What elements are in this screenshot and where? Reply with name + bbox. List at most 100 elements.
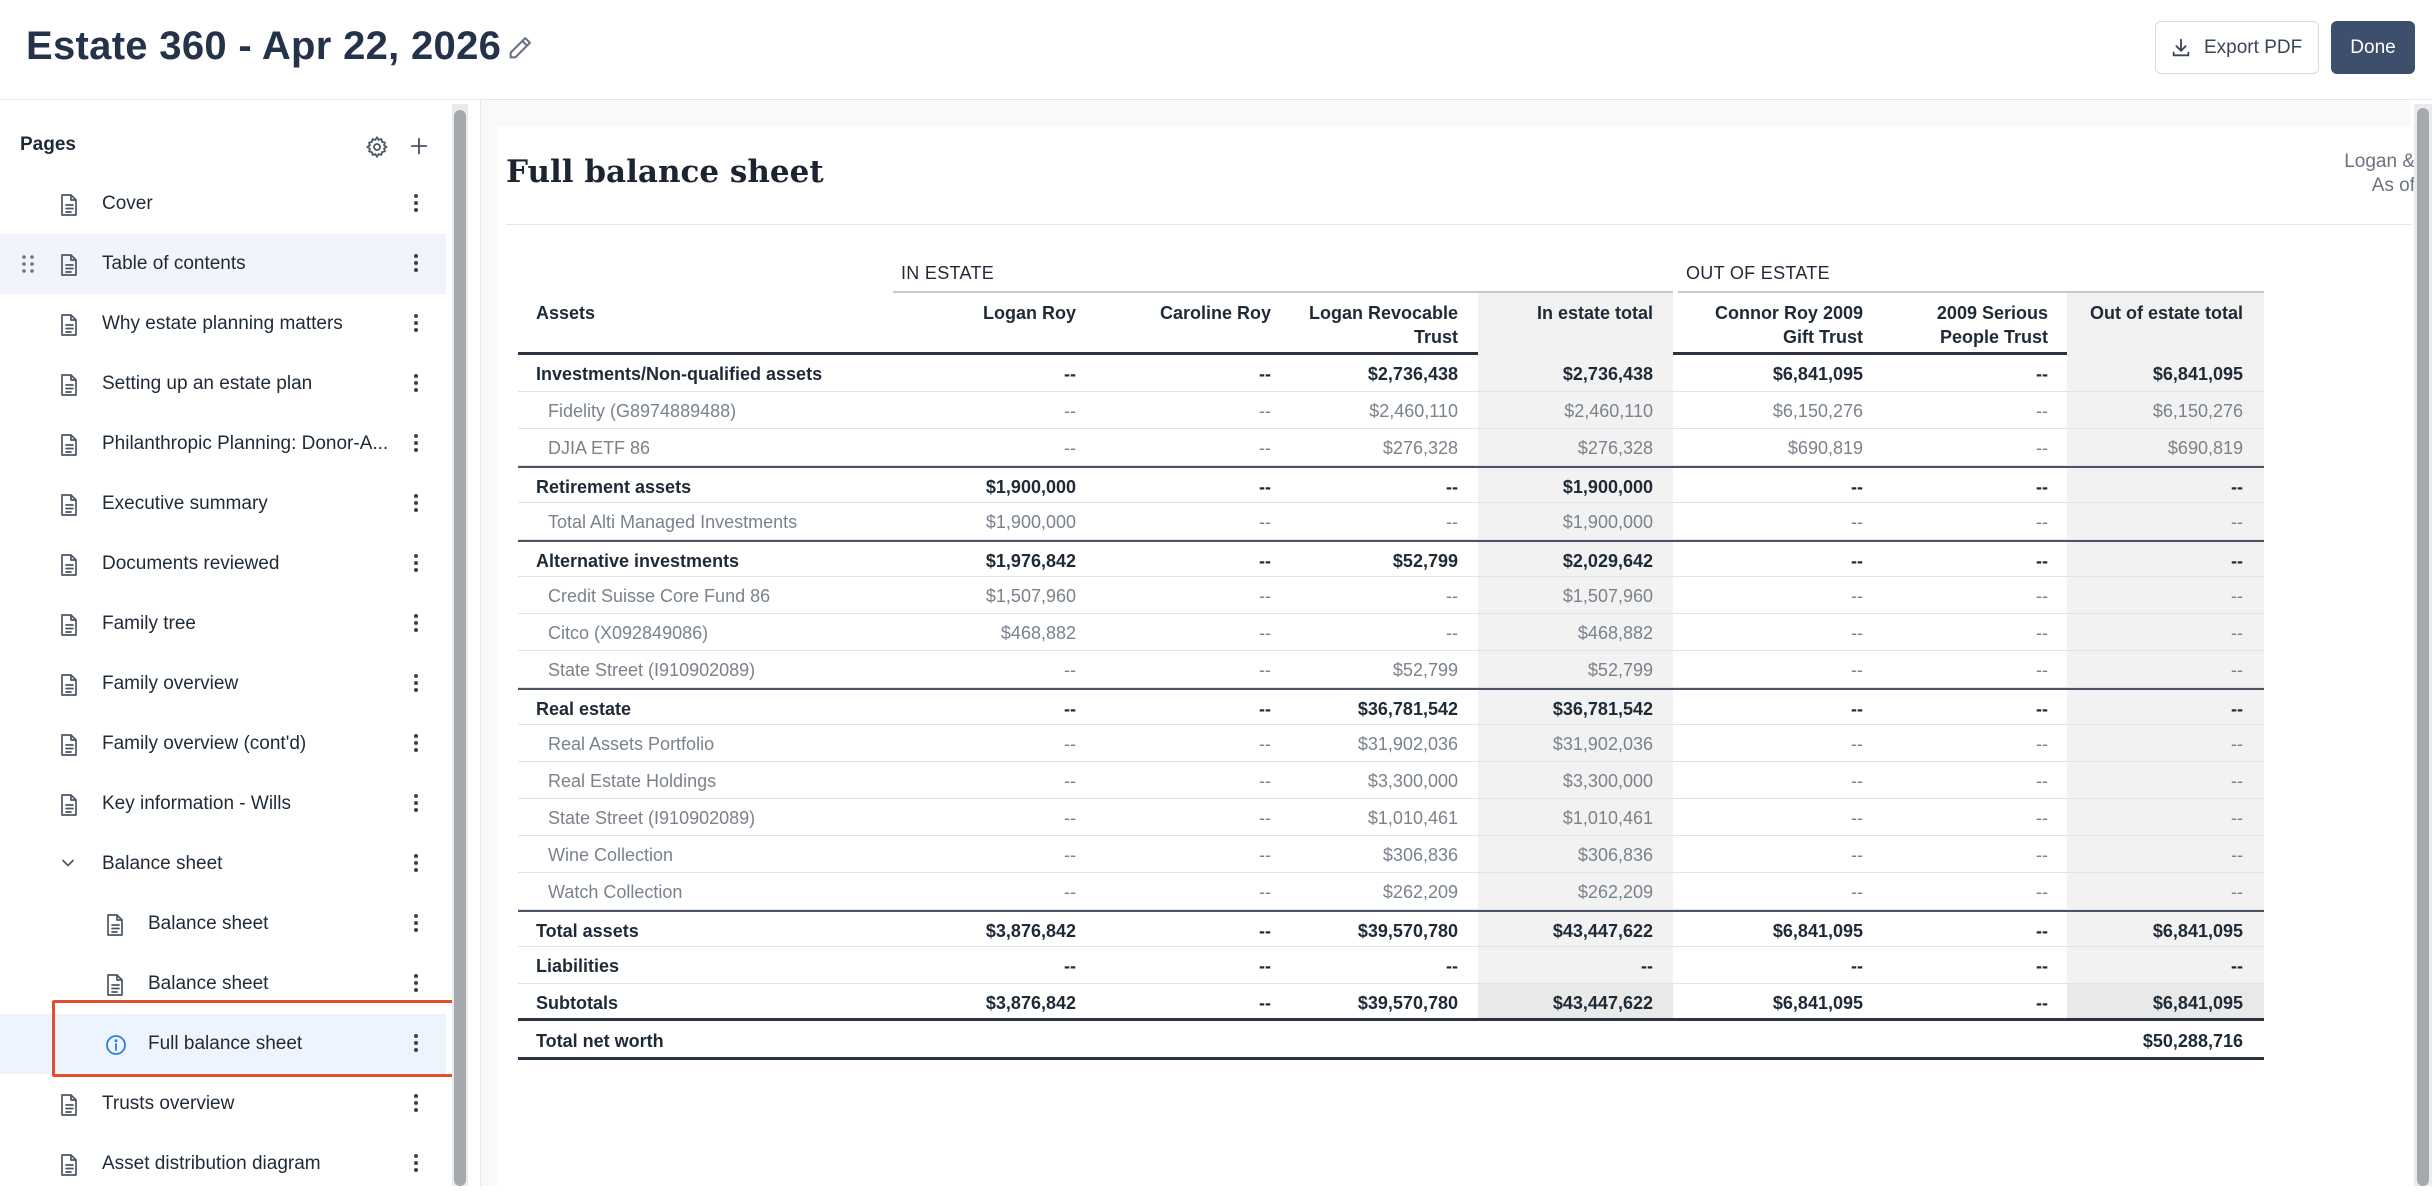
- sidebar-item-label: Asset distribution diagram: [102, 1153, 321, 1174]
- sidebar-item[interactable]: Why estate planning matters: [0, 294, 446, 354]
- sidebar-scrollbar-thumb[interactable]: [454, 110, 466, 1186]
- sidebar-item[interactable]: Family overview (cont'd): [0, 714, 446, 774]
- sidebar-item-label: Balance sheet: [102, 853, 223, 874]
- top-header: Estate 360 - Apr 22, 2026 Export PDF Don…: [0, 0, 2432, 100]
- cell-value: $36,781,542: [1552, 699, 1653, 719]
- cell-value: --: [2036, 512, 2048, 532]
- gear-icon[interactable]: [365, 135, 389, 164]
- sidebar-item[interactable]: Cover: [0, 174, 446, 234]
- preview-scrollbar-thumb[interactable]: [2417, 108, 2429, 1186]
- sidebar-item[interactable]: Balance sheet: [0, 894, 446, 954]
- more-options-icon[interactable]: [412, 492, 420, 520]
- row-label: Fidelity (G8974889488): [548, 401, 737, 421]
- more-options-icon[interactable]: [412, 252, 420, 280]
- more-options-icon[interactable]: [412, 972, 420, 1000]
- more-options-icon[interactable]: [412, 792, 420, 820]
- cell-value: $52,799: [1392, 551, 1458, 571]
- add-page-icon[interactable]: [408, 135, 430, 162]
- more-options-icon[interactable]: [412, 852, 420, 880]
- sidebar-item[interactable]: Setting up an estate plan: [0, 354, 446, 414]
- more-options-icon[interactable]: [412, 1092, 420, 1120]
- sidebar-item[interactable]: Table of contents: [0, 234, 446, 294]
- table-row: Investments/Non-qualified assets -- -- $2,7…: [518, 355, 2264, 392]
- sidebar-item[interactable]: Balance sheet: [0, 834, 446, 894]
- sidebar-item[interactable]: Trusts overview: [0, 1074, 446, 1134]
- document-icon: [58, 193, 80, 223]
- table-row: Citco (X092849086) $468,882 -- -- $468,882 --…: [518, 614, 2264, 651]
- group-in-estate: IN ESTATE: [901, 263, 995, 283]
- cell-value: --: [1851, 882, 1863, 902]
- more-options-icon[interactable]: [412, 552, 420, 580]
- cell-value: --: [2231, 956, 2243, 976]
- sidebar-item-label: Philanthropic Planning: Donor-A...: [102, 433, 389, 454]
- cell-value: --: [1851, 699, 1863, 719]
- sidebar-item[interactable]: Asset distribution diagram: [0, 1134, 446, 1194]
- more-options-icon[interactable]: [412, 1152, 420, 1180]
- chevron-down-icon[interactable]: [58, 853, 78, 879]
- cell-value: --: [2036, 771, 2048, 791]
- cell-value: --: [1259, 512, 1271, 532]
- sidebar-item[interactable]: Balance sheet: [0, 954, 446, 1014]
- document-icon: [58, 433, 80, 463]
- cell-value: --: [1064, 660, 1076, 680]
- header-line: Trust: [1413, 327, 1458, 347]
- cell-value: $3,876,842: [985, 993, 1076, 1013]
- more-options-icon[interactable]: [412, 192, 420, 220]
- more-options-icon[interactable]: [412, 912, 420, 940]
- cell-value: --: [1851, 956, 1863, 976]
- more-options-icon[interactable]: [412, 312, 420, 340]
- cell-value: $1,010,461: [1562, 808, 1653, 828]
- table-row: Total assets $3,876,842 -- $39,570,780 $43,4…: [518, 910, 2264, 947]
- cell-value: --: [1259, 956, 1271, 976]
- cell-value: --: [1064, 882, 1076, 902]
- more-options-icon[interactable]: [412, 672, 420, 700]
- column-header: Caroline Roy: [1160, 301, 1271, 325]
- more-options-icon[interactable]: [412, 732, 420, 760]
- drag-handle-icon[interactable]: [20, 253, 36, 281]
- document-icon: [58, 553, 80, 583]
- pencil-icon[interactable]: [506, 34, 534, 62]
- more-options-icon[interactable]: [412, 1032, 420, 1060]
- cell-value: $6,841,095: [2152, 921, 2243, 941]
- sidebar-item[interactable]: Family overview: [0, 654, 446, 714]
- more-options-icon[interactable]: [412, 372, 420, 400]
- sidebar-scrollbar[interactable]: [452, 104, 468, 1186]
- header-line: Out of estate total: [2089, 303, 2243, 323]
- cell-value: --: [1259, 771, 1271, 791]
- more-options-icon[interactable]: [412, 612, 420, 640]
- preview-area: Full balance sheet Logan & As of IN ESTA…: [481, 101, 2415, 1186]
- sheet-title: Full balance sheet: [506, 154, 824, 190]
- sidebar-item-label: Balance sheet: [148, 973, 269, 994]
- cell-value: $262,209: [1382, 882, 1458, 902]
- preview-scrollbar[interactable]: [2414, 104, 2432, 1186]
- cell-value: --: [2231, 623, 2243, 643]
- page-title: Estate 360 - Apr 22, 2026: [26, 24, 502, 68]
- cell-value: --: [2231, 734, 2243, 754]
- cell-value: --: [1064, 699, 1076, 719]
- cell-value: $31,902,036: [1357, 734, 1458, 754]
- sidebar-item[interactable]: Documents reviewed: [0, 534, 446, 594]
- sheet-meta: Logan & As of: [2344, 150, 2415, 198]
- document-icon: [58, 313, 80, 343]
- more-options-icon[interactable]: [412, 432, 420, 460]
- sidebar-item[interactable]: Executive summary: [0, 474, 446, 534]
- cell-value: --: [2231, 551, 2243, 571]
- cell-value: --: [1259, 623, 1271, 643]
- sheet-meta-client: Logan &: [2344, 151, 2415, 172]
- sidebar-item-label: Trusts overview: [102, 1093, 235, 1114]
- sidebar-item[interactable]: Philanthropic Planning: Donor-A...: [0, 414, 446, 474]
- export-pdf-button[interactable]: Export PDF: [2155, 21, 2319, 74]
- cell-value: --: [1851, 845, 1863, 865]
- balance-sheet-table: IN ESTATE OUT OF ESTATE Assets Logan Roy C…: [518, 251, 2264, 1060]
- sidebar-item[interactable]: Key information - Wills: [0, 774, 446, 834]
- sidebar-item[interactable]: Full balance sheet: [0, 1014, 446, 1074]
- cell-value: --: [1446, 956, 1458, 976]
- row-label: Total assets: [536, 921, 639, 941]
- cell-value: --: [2231, 477, 2243, 497]
- done-button[interactable]: Done: [2331, 21, 2415, 74]
- sidebar-item-label: Full balance sheet: [148, 1033, 303, 1054]
- column-header: Connor Roy 2009 Gift Trust: [1715, 301, 1863, 349]
- sidebar-item[interactable]: Family tree: [0, 594, 446, 654]
- sidebar-item-label: Balance sheet: [148, 913, 269, 934]
- cell-value: --: [2036, 477, 2048, 497]
